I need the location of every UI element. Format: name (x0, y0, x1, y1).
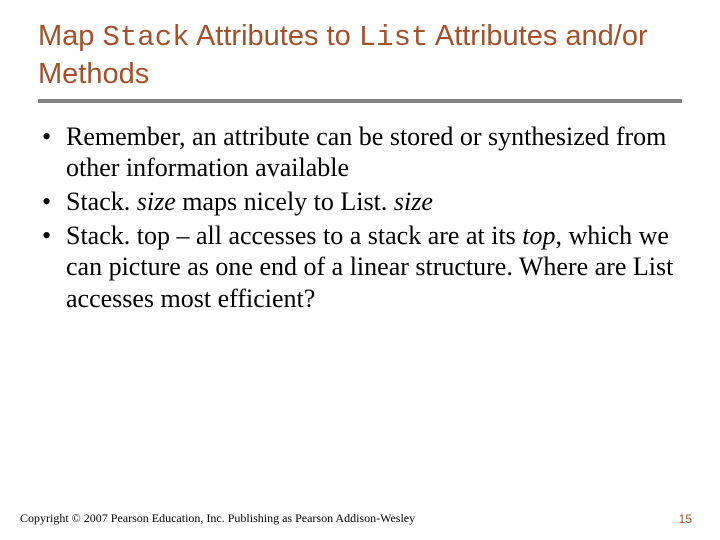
italic-run: size (137, 187, 176, 216)
text-run: Stack. (66, 187, 137, 216)
page-number: 15 (679, 512, 692, 526)
text-run: Remember, an attribute can be stored or … (66, 122, 666, 183)
list-item: Stack. size maps nicely to List. size (38, 186, 682, 218)
italic-run: size (394, 187, 433, 216)
title-text-run: Attributes to (190, 20, 359, 52)
bullet-list: Remember, an attribute can be stored or … (38, 121, 682, 315)
list-item: Stack. top – all accesses to a stack are… (38, 220, 682, 315)
italic-run: top (522, 221, 555, 250)
title-code-run: List (359, 21, 429, 54)
title-text-run: Map (38, 20, 102, 52)
copyright-footer: Copyright © 2007 Pearson Education, Inc.… (20, 511, 415, 526)
text-run: maps nicely to List. (176, 187, 394, 216)
slide: Map Stack Attributes to List Attributes … (0, 0, 720, 540)
title-underline (38, 99, 682, 103)
text-run: Stack. top – all accesses to a stack are… (66, 221, 522, 250)
title-code-run: Stack (102, 21, 189, 54)
slide-title: Map Stack Attributes to List Attributes … (38, 18, 682, 93)
list-item: Remember, an attribute can be stored or … (38, 121, 682, 184)
